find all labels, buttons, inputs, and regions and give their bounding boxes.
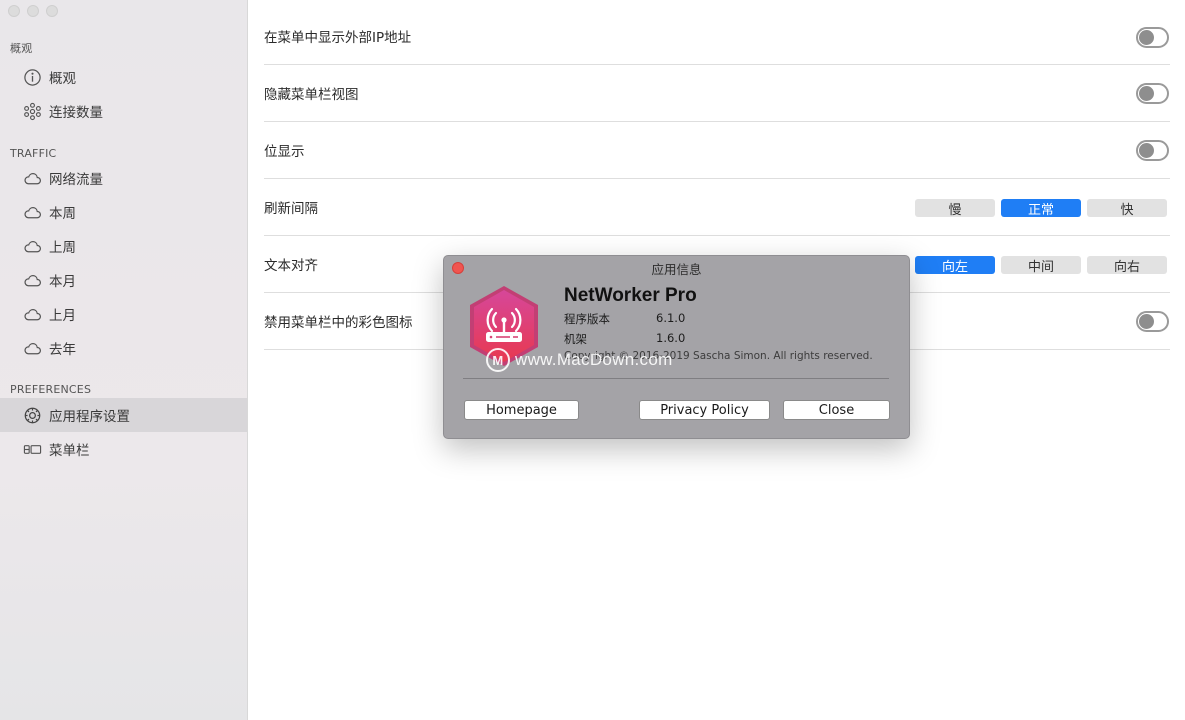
window-zoom-button[interactable] xyxy=(46,5,58,17)
hide-menubar-view-toggle[interactable] xyxy=(1136,83,1169,104)
cloud-icon xyxy=(22,236,42,256)
sidebar-item-last-year[interactable]: 去年 xyxy=(0,331,247,365)
sidebar-item-overview[interactable]: 概观 xyxy=(0,60,247,94)
gear-icon xyxy=(22,405,42,425)
sidebar-item-last-month[interactable]: 上月 xyxy=(0,297,247,331)
version-value: 6.1.0 xyxy=(656,311,686,325)
homepage-button[interactable]: Homepage xyxy=(464,400,579,420)
window-minimize-button[interactable] xyxy=(27,5,39,17)
info-circle-icon xyxy=(22,67,42,87)
refresh-slow-option[interactable]: 慢 xyxy=(915,199,995,218)
text-align-segmented: 向左 中间 向右 xyxy=(915,256,1167,275)
align-center-option[interactable]: 中间 xyxy=(1001,256,1081,275)
sidebar-item-app-settings[interactable]: 应用程序设置 xyxy=(0,398,247,432)
setting-row-hide-menubar-view: 隐藏菜单栏视图 xyxy=(264,65,1170,122)
architecture-label: 机架 xyxy=(564,332,587,346)
refresh-interval-segmented: 慢 正常 快 xyxy=(915,199,1167,218)
cloud-icon xyxy=(22,202,42,222)
setting-row-show-external-ip: 在菜单中显示外部IP地址 xyxy=(264,8,1170,65)
sidebar-item-label: 应用程序设置 xyxy=(49,409,130,425)
sidebar-item-menubar[interactable]: 菜单栏 xyxy=(0,432,247,466)
architecture-value: 1.6.0 xyxy=(656,331,686,345)
sidebar-item-label: 菜单栏 xyxy=(49,443,90,459)
sidebar-item-label: 网络流量 xyxy=(49,172,103,188)
section-header-overview: 概观 xyxy=(10,42,33,55)
section-header-preferences: PREFERENCES xyxy=(10,383,92,396)
dialog-close-dot[interactable] xyxy=(452,262,464,274)
cloud-icon xyxy=(22,338,42,358)
watermark-text: www.MacDown.com xyxy=(515,350,673,369)
watermark: M www.MacDown.com xyxy=(486,348,673,372)
app-name: NetWorker Pro xyxy=(564,285,697,306)
bit-display-toggle[interactable] xyxy=(1136,140,1169,161)
setting-row-bit-display: 位显示 xyxy=(264,122,1170,179)
window-controls xyxy=(8,5,58,17)
setting-label: 禁用菜单栏中的彩色图标 xyxy=(264,315,413,331)
align-left-option[interactable]: 向左 xyxy=(915,256,995,275)
align-right-option[interactable]: 向右 xyxy=(1087,256,1167,275)
sidebar-item-label: 概观 xyxy=(49,71,76,87)
connections-icon xyxy=(22,101,42,121)
sidebar-item-network-traffic[interactable]: 网络流量 xyxy=(0,161,247,195)
sidebar-item-label: 本月 xyxy=(49,274,76,290)
setting-row-refresh-interval: 刷新间隔 慢 正常 快 xyxy=(264,179,1170,236)
dialog-titlebar: 应用信息 xyxy=(444,256,909,280)
sidebar: 概观 概观 连接数量 TRAFFIC 网络流量 本周 上周 本月 上月 去年 P… xyxy=(0,0,248,720)
section-header-traffic: TRAFFIC xyxy=(10,147,57,160)
version-label: 程序版本 xyxy=(564,312,610,326)
setting-label: 位显示 xyxy=(264,144,305,160)
refresh-fast-option[interactable]: 快 xyxy=(1087,199,1167,218)
sidebar-item-label: 去年 xyxy=(49,342,76,358)
disable-color-icons-toggle[interactable] xyxy=(1136,311,1169,332)
setting-label: 刷新间隔 xyxy=(264,201,318,217)
sidebar-item-this-month[interactable]: 本月 xyxy=(0,263,247,297)
cloud-icon xyxy=(22,168,42,188)
refresh-normal-option[interactable]: 正常 xyxy=(1001,199,1081,218)
setting-label: 在菜单中显示外部IP地址 xyxy=(264,30,412,46)
cloud-icon xyxy=(22,304,42,324)
dialog-title: 应用信息 xyxy=(651,261,702,277)
sidebar-item-label: 上月 xyxy=(49,308,76,324)
sidebar-item-connections[interactable]: 连接数量 xyxy=(0,94,247,128)
show-external-ip-toggle[interactable] xyxy=(1136,27,1169,48)
sidebar-item-this-week[interactable]: 本周 xyxy=(0,195,247,229)
close-button[interactable]: Close xyxy=(783,400,890,420)
sidebar-item-label: 上周 xyxy=(49,240,76,256)
sidebar-item-label: 连接数量 xyxy=(49,105,103,121)
sidebar-item-last-week[interactable]: 上周 xyxy=(0,229,247,263)
privacy-policy-button[interactable]: Privacy Policy xyxy=(639,400,770,420)
cloud-icon xyxy=(22,270,42,290)
window-close-button[interactable] xyxy=(8,5,20,17)
dialog-divider xyxy=(463,378,889,379)
menubar-icon xyxy=(22,439,42,459)
watermark-logo-icon: M xyxy=(486,348,510,372)
app-info-dialog: 应用信息 NetWorker Pro 程序版本 6.1.0 机架 1.6.0 C… xyxy=(443,255,910,439)
setting-label: 隐藏菜单栏视图 xyxy=(264,87,359,103)
sidebar-item-label: 本周 xyxy=(49,206,76,222)
setting-label: 文本对齐 xyxy=(264,258,318,274)
